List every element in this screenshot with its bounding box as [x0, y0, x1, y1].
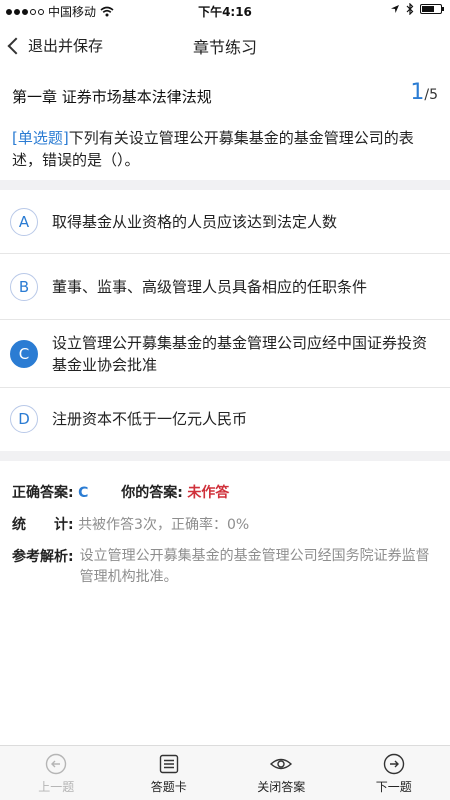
chapter-title: 第一章 证券市场基本法律法规 — [12, 88, 212, 106]
close-answer-button[interactable]: 关闭答案 — [225, 746, 338, 800]
question-text: 下列有关设立管理公开募集基金的基金管理公司的表述，错误的是（）。 — [12, 129, 414, 169]
option-text-c: 设立管理公开募集基金的基金管理公司应经中国证券投资基金业协会批准 — [52, 333, 428, 374]
prev-question-label: 上一题 — [38, 780, 75, 794]
divider-band — [0, 451, 450, 461]
stats-label-second: 计: — [54, 517, 74, 533]
stats-label-first: 统 — [12, 517, 26, 533]
correct-answer-value: C — [78, 485, 89, 501]
status-time: 下午4:16 — [198, 5, 252, 19]
analysis-row: 参考解析: 设立管理公开募集基金的基金管理公司经国务院证券监督管理机构批准。 — [12, 546, 438, 588]
stats-value: 共被作答3次，正确率：0% — [78, 517, 250, 533]
next-question-label: 下一题 — [375, 780, 412, 794]
location-arrow-icon — [391, 5, 399, 13]
answer-row: 正确答案: C 你的答案: 未作答 — [12, 482, 229, 502]
divider-band — [0, 180, 450, 190]
prev-question-button[interactable]: 上一题 — [0, 746, 113, 800]
options-list: A 取得基金从业资格的人员应该达到法定人数 B 董事、监事、高级管理人员具备相应… — [0, 190, 450, 450]
bluetooth-icon — [406, 3, 414, 15]
next-question-button[interactable]: 下一题 — [338, 746, 450, 800]
correct-answer-label: 正确答案: — [12, 485, 74, 501]
option-text-d: 注册资本不低于一亿元人民币 — [52, 410, 248, 428]
your-answer-label: 你的答案: — [121, 485, 183, 501]
question-progress: 1/5 — [410, 80, 438, 105]
bottom-toolbar: 上一题 答题卡 关闭答案 下一题 — [0, 745, 450, 800]
analysis-text: 设立管理公开募集基金的基金管理公司经国务院证券监督管理机构批准。 — [79, 548, 430, 585]
question-total: /5 — [424, 87, 438, 103]
option-a[interactable]: A 取得基金从业资格的人员应该达到法定人数 — [0, 190, 450, 254]
option-b[interactable]: B 董事、监事、高级管理人员具备相应的任职条件 — [0, 254, 450, 320]
option-letter-a: A — [10, 207, 38, 236]
option-c[interactable]: C 设立管理公开募集基金的基金管理公司应经中国证券投资基金业协会批准 — [0, 320, 450, 388]
option-text-b: 董事、监事、高级管理人员具备相应的任职条件 — [52, 277, 368, 296]
answer-card-label: 答题卡 — [150, 780, 187, 794]
option-letter-b: B — [10, 272, 38, 301]
question-stem: [单选题]下列有关设立管理公开募集基金的基金管理公司的表述，错误的是（）。 — [12, 127, 440, 171]
status-right — [390, 3, 444, 15]
status-bar: 中国移动 下午4:16 — [0, 0, 450, 22]
analysis-label: 参考解析: — [12, 549, 74, 565]
page-title: 章节练习 — [192, 38, 257, 57]
your-answer-value: 未作答 — [187, 485, 230, 501]
arrow-right-circle-icon — [383, 753, 404, 775]
stats-row: 统 计: 共被作答3次，正确率：0% — [12, 514, 249, 534]
chapter-header: 第一章 证券市场基本法律法规 1/5 — [0, 80, 450, 112]
close-answer-label: 关闭答案 — [257, 780, 306, 794]
question-current-number: 1 — [410, 80, 425, 105]
battery-icon — [420, 4, 444, 14]
list-card-icon — [159, 754, 178, 774]
eye-icon — [270, 758, 293, 770]
question-type-badge: [单选题] — [12, 129, 69, 147]
nav-bar: 退出并保存 章节练习 — [0, 22, 450, 68]
option-letter-d: D — [10, 405, 38, 433]
option-text-a: 取得基金从业资格的人员应该达到法定人数 — [52, 212, 338, 231]
arrow-left-circle-icon — [46, 753, 67, 775]
answer-card-button[interactable]: 答题卡 — [113, 746, 226, 800]
option-d[interactable]: D 注册资本不低于一亿元人民币 — [0, 388, 450, 450]
option-letter-c: C — [10, 339, 38, 368]
